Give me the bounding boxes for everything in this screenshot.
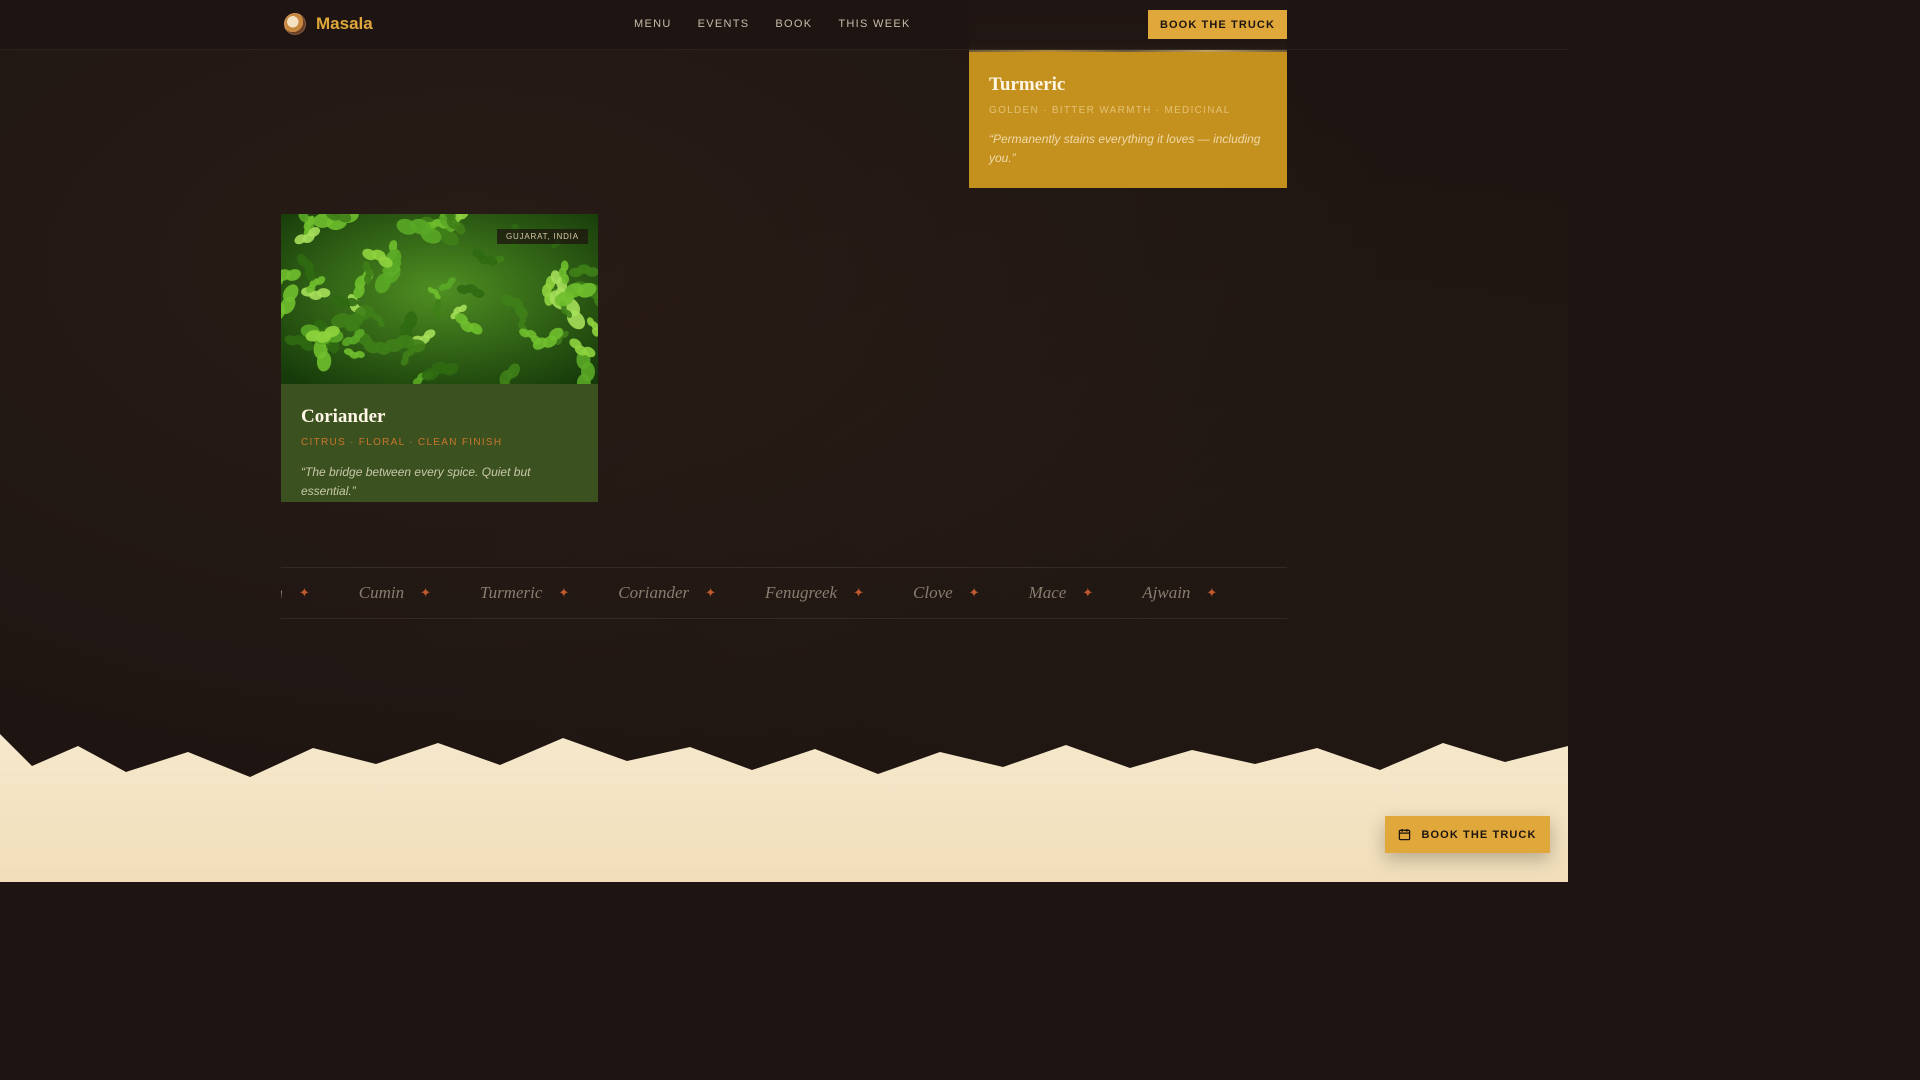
site-header: Masala MENU EVENTS BOOK THIS WEEK BOOK T… xyxy=(0,0,1568,50)
marquee-word: Ajwain xyxy=(1142,583,1191,602)
card-flavor-tags: CITRUS · FLORAL · CLEAN FINISH xyxy=(301,437,503,448)
marquee-item: Cumin ✦ xyxy=(359,583,480,603)
marquee-word: Turmeric xyxy=(480,583,543,602)
marquee-item: Coriander ✦ xyxy=(618,583,765,603)
marquee-track: Cardamom✦Cumin✦Turmeric✦Coriander✦Fenugr… xyxy=(281,568,1266,618)
nav-item-events[interactable]: EVENTS xyxy=(698,18,750,30)
marquee-word: Cardamom xyxy=(281,583,283,603)
main-nav: MENU EVENTS BOOK THIS WEEK xyxy=(634,18,911,30)
coriander-photo: GUJARAT, INDIA xyxy=(281,214,598,384)
sparkle-icon: ✦ xyxy=(558,585,570,600)
sparkle-icon: ✦ xyxy=(420,585,432,600)
card-flavor-tags: GOLDEN · BITTER WARMTH · MEDICINAL xyxy=(989,105,1231,116)
marquee-item: Mace ✦ xyxy=(1029,583,1143,603)
sparkle-icon: ✦ xyxy=(298,585,310,600)
torn-paper-divider xyxy=(0,734,1568,882)
card-quote: “Permanently stains everything it loves … xyxy=(989,132,1261,165)
sparkle-icon: ✦ xyxy=(1206,585,1218,600)
sparkle-icon: ✦ xyxy=(1082,585,1094,600)
card-quote: “The bridge between every spice. Quiet b… xyxy=(301,465,531,498)
marquee-item: Ajwain ✦ xyxy=(1142,583,1266,603)
marquee-word: Mace xyxy=(1028,583,1067,602)
marquee-item: Clove ✦ xyxy=(913,583,1029,603)
nav-item-book[interactable]: BOOK xyxy=(775,18,812,30)
marquee-item: Fenugreek ✦ xyxy=(765,583,913,603)
card-title: Coriander xyxy=(301,406,386,427)
floating-cta-label: BOOK THE TRUCK xyxy=(1421,828,1537,841)
calendar-icon xyxy=(1399,828,1411,841)
sparkle-icon: ✦ xyxy=(968,585,980,600)
brand-name: Masala xyxy=(316,14,373,33)
card-title: Turmeric xyxy=(989,74,1066,95)
marquee-word: Cumin xyxy=(358,583,405,602)
marquee-item: Cardamom ✦ xyxy=(281,583,359,603)
spice-bowl-icon xyxy=(284,13,306,35)
sparkle-icon: ✦ xyxy=(705,585,717,600)
spice-marquee: Cardamom✦Cumin✦Turmeric✦Coriander✦Fenugr… xyxy=(281,567,1287,619)
marquee-word: Coriander xyxy=(618,583,690,602)
nav-item-menu[interactable]: MENU xyxy=(634,18,672,30)
book-truck-button[interactable]: BOOK THE TRUCK xyxy=(1148,10,1287,39)
spice-card-coriander[interactable]: GUJARAT, INDIA Coriander CITRUS · FLORAL… xyxy=(281,214,598,502)
nav-item-this-week[interactable]: THIS WEEK xyxy=(838,18,910,30)
marquee-item: Turmeric ✦ xyxy=(480,583,618,603)
floating-book-truck-button[interactable]: BOOK THE TRUCK xyxy=(1385,816,1550,853)
origin-badge: GUJARAT, INDIA xyxy=(497,229,588,244)
brand-logo[interactable]: Masala xyxy=(284,13,373,35)
marquee-word: Fenugreek xyxy=(765,583,838,602)
marquee-word: Clove xyxy=(913,583,953,602)
sparkle-icon: ✦ xyxy=(853,585,865,600)
